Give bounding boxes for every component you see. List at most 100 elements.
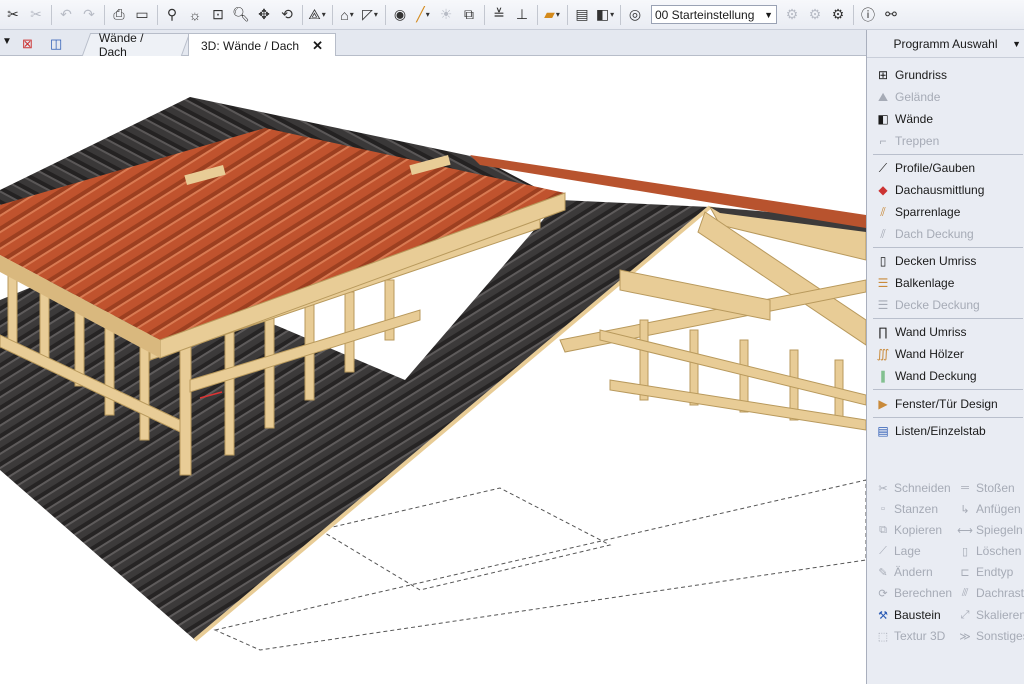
flag-icon[interactable]: ▰ bbox=[541, 4, 563, 26]
brush-icon[interactable]: ╱ bbox=[412, 4, 434, 26]
layers-icon[interactable]: ⧉ bbox=[458, 4, 480, 26]
redo-icon[interactable]: ↷ bbox=[78, 4, 100, 26]
program-wand-deckung[interactable]: ∥ Wand Deckung bbox=[875, 366, 977, 386]
cmd-label: Baustein bbox=[894, 608, 941, 622]
program-wand-umriss[interactable]: ∏ Wand Umriss bbox=[875, 322, 967, 342]
cmd-label: Spiegeln bbox=[976, 523, 1023, 537]
program-label: Listen/Einzelstab bbox=[895, 424, 986, 438]
program-listen-einzelstab[interactable]: ▤ Listen/Einzelstab bbox=[875, 421, 986, 441]
light-icon[interactable]: ☼ bbox=[184, 4, 206, 26]
delete-icon: ▯ bbox=[961, 545, 969, 558]
binoculars-icon[interactable]: ⚯ bbox=[880, 4, 902, 26]
roof-covering-icon: ⫽ bbox=[880, 226, 886, 241]
texture-icon: ⬚ bbox=[877, 630, 889, 643]
program-balkenlage[interactable]: ☰ Balkenlage bbox=[875, 273, 955, 293]
close-view-icon[interactable]: ⊠ bbox=[22, 36, 33, 52]
wall-outline-icon: ∏ bbox=[878, 325, 888, 339]
settings-gear-icon[interactable]: ⚙ bbox=[827, 4, 849, 26]
cmd-label: Dachraste bbox=[976, 586, 1024, 600]
undo-icon[interactable]: ↶ bbox=[55, 4, 77, 26]
program-label: Wand Deckung bbox=[895, 369, 977, 383]
chevron-down-icon: ▼ bbox=[764, 9, 773, 20]
program-label: Balkenlage bbox=[895, 276, 955, 290]
program-label: Decken Umriss bbox=[895, 254, 977, 268]
section-icon[interactable]: ⌂ bbox=[336, 4, 358, 26]
3d-viewport[interactable] bbox=[0, 56, 866, 684]
cmd-sonstiges[interactable]: ≫ Sonstiges bbox=[957, 626, 1024, 646]
cmd-loeschen[interactable]: ▯ Löschen bbox=[957, 541, 1021, 561]
cmd-endtyp[interactable]: ⊏ Endtyp bbox=[957, 562, 1013, 582]
document-tab-bar: ▼ ⊠ ◫ Wände / Dach 3D: Wände / Dach ✕ bbox=[0, 30, 866, 59]
eye-icon[interactable]: ◎ bbox=[624, 4, 646, 26]
snap-icon[interactable]: ⚙ bbox=[781, 4, 803, 26]
cmd-dachraste[interactable]: ⫻ Dachraste bbox=[957, 583, 1024, 603]
program-fenster-tuer-design[interactable]: ▶ Fenster/Tür Design bbox=[875, 394, 997, 414]
cmd-kopieren[interactable]: ⧉ Kopieren bbox=[875, 520, 942, 540]
program-decken-umriss[interactable]: ▯ Decken Umriss bbox=[875, 251, 977, 271]
cmd-anfuegen[interactable]: ↳ Anfügen bbox=[957, 499, 1021, 519]
cmd-label: Anfügen bbox=[976, 502, 1021, 516]
info-icon[interactable]: ⓘ bbox=[857, 4, 879, 26]
program-label: Wand Umriss bbox=[895, 325, 967, 339]
cmd-label: Kopieren bbox=[894, 523, 943, 537]
wand-disabled-icon[interactable]: ✂ bbox=[25, 4, 47, 26]
program-sparrenlage[interactable]: ⫽ Sparrenlage bbox=[875, 202, 960, 222]
zoom-window-icon[interactable]: ⊡ bbox=[207, 4, 229, 26]
program-decke-deckung[interactable]: ☰ Decke Deckung bbox=[875, 295, 980, 315]
cmd-baustein[interactable]: ⚒ Baustein bbox=[875, 605, 941, 625]
toolbar-separator bbox=[620, 4, 621, 25]
program-grundriss[interactable]: ⊞ Grundriss bbox=[875, 65, 947, 85]
program-wand-hoelzer[interactable]: ∭ Wand Hölzer bbox=[875, 344, 964, 364]
wand-icon[interactable]: ✂ bbox=[2, 4, 24, 26]
toolbar-separator bbox=[332, 4, 333, 25]
program-waende[interactable]: ◧ Wände bbox=[875, 109, 933, 129]
print-preview-icon[interactable]: ▭ bbox=[131, 4, 153, 26]
program-dachausmittlung[interactable]: ◆ Dachausmittlung bbox=[875, 180, 984, 200]
cmd-skalieren[interactable]: ⤢ Skalieren bbox=[957, 605, 1024, 625]
snap-settings-icon[interactable]: ⚙ bbox=[804, 4, 826, 26]
panel-separator bbox=[873, 318, 1023, 319]
cmd-schneiden[interactable]: ✂ Schneiden bbox=[875, 478, 950, 498]
program-gelaende[interactable]: ⛰ Gelände bbox=[875, 87, 940, 107]
print-icon[interactable]: ⎙ bbox=[108, 4, 130, 26]
render-icon[interactable]: ◉ bbox=[389, 4, 411, 26]
cmd-stossen[interactable]: ═ Stoßen bbox=[957, 478, 1015, 498]
dimension-axis-icon[interactable]: ⊥ bbox=[511, 4, 533, 26]
toolbar-separator bbox=[853, 4, 854, 25]
building-icon[interactable]: ▤ bbox=[571, 4, 593, 26]
program-profile-gauben[interactable]: ⟋ Profile/Gauben bbox=[875, 158, 975, 178]
program-treppen[interactable]: ⌐ Treppen bbox=[875, 131, 939, 151]
program-dach-deckung[interactable]: ⫽ Dach Deckung bbox=[875, 224, 973, 244]
cmd-stanzen[interactable]: ▫ Stanzen bbox=[875, 499, 938, 519]
panel-title-bar[interactable]: Programm Auswahl ▼ bbox=[867, 30, 1024, 58]
measure-icon[interactable]: ⚲ bbox=[161, 4, 183, 26]
toolbar-separator bbox=[567, 4, 568, 25]
cmd-lage[interactable]: ⟋ Lage bbox=[875, 541, 921, 561]
tab-waende-dach[interactable]: Wände / Dach bbox=[81, 31, 191, 59]
program-label: Gelände bbox=[895, 90, 941, 104]
cmd-label: Lage bbox=[894, 544, 921, 558]
collapse-arrow-icon[interactable]: ▼ bbox=[2, 36, 12, 47]
program-label: Grundriss bbox=[895, 68, 948, 82]
cmd-berechnen[interactable]: ⟳ Berechnen bbox=[875, 583, 952, 603]
sun-icon[interactable]: ☀ bbox=[435, 4, 457, 26]
mirror-icon: ⟷ bbox=[957, 524, 973, 537]
close-icon[interactable]: ✕ bbox=[312, 38, 323, 54]
cmd-aendern[interactable]: ✎ Ändern bbox=[875, 562, 932, 582]
toolbar-separator bbox=[302, 4, 303, 25]
program-label: Sparrenlage bbox=[895, 205, 961, 219]
cmd-textur-3d[interactable]: ⬚ Textur 3D bbox=[875, 626, 946, 646]
tab-3d-waende-dach[interactable]: 3D: Wände / Dach ✕ bbox=[188, 33, 336, 57]
plane-icon[interactable]: ◸ bbox=[359, 4, 381, 26]
view-3d-icon[interactable]: ⟁ bbox=[306, 4, 328, 26]
program-label: Decke Deckung bbox=[895, 298, 980, 312]
orbit-icon[interactable]: ⟲ bbox=[276, 4, 298, 26]
window-layout-icon[interactable]: ◧ bbox=[594, 4, 616, 26]
dimension-icon[interactable]: ≚ bbox=[488, 4, 510, 26]
pan-icon[interactable]: ✥ bbox=[253, 4, 275, 26]
zoom-icon[interactable]: 🔍︎ bbox=[230, 4, 252, 26]
preset-select[interactable]: 00 Starteinstellung ▼ bbox=[651, 5, 777, 24]
panel-separator bbox=[873, 247, 1023, 248]
cmd-spiegeln[interactable]: ⟷ Spiegeln bbox=[957, 520, 1023, 540]
split-view-icon[interactable]: ◫ bbox=[50, 36, 62, 52]
